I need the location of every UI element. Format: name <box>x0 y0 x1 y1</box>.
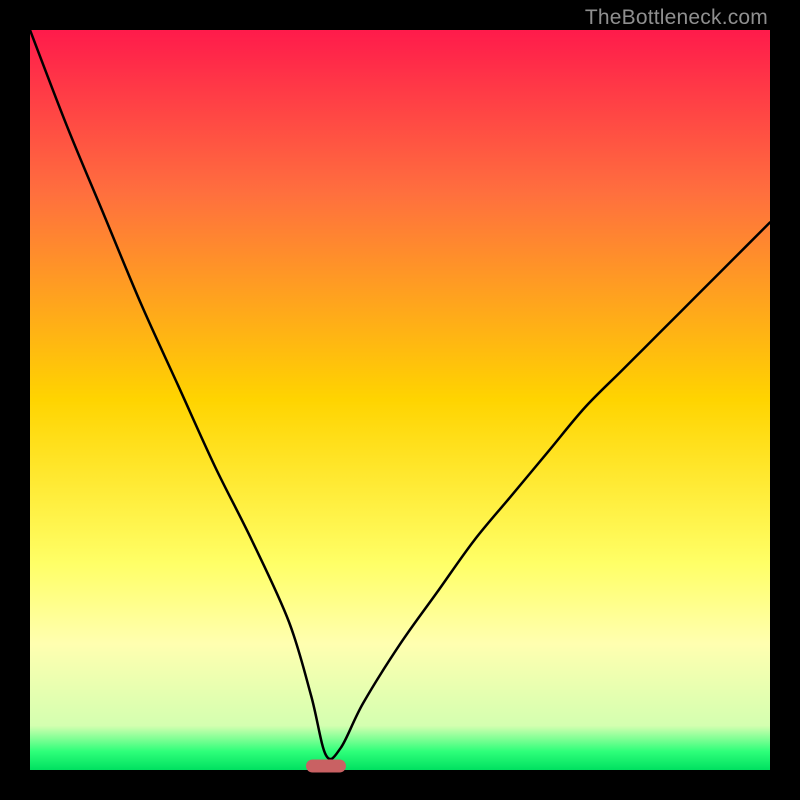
chart-frame <box>30 30 770 770</box>
optimal-marker <box>306 760 346 773</box>
bottleneck-chart <box>30 30 770 770</box>
watermark-text: TheBottleneck.com <box>585 6 768 30</box>
chart-background <box>30 30 770 770</box>
